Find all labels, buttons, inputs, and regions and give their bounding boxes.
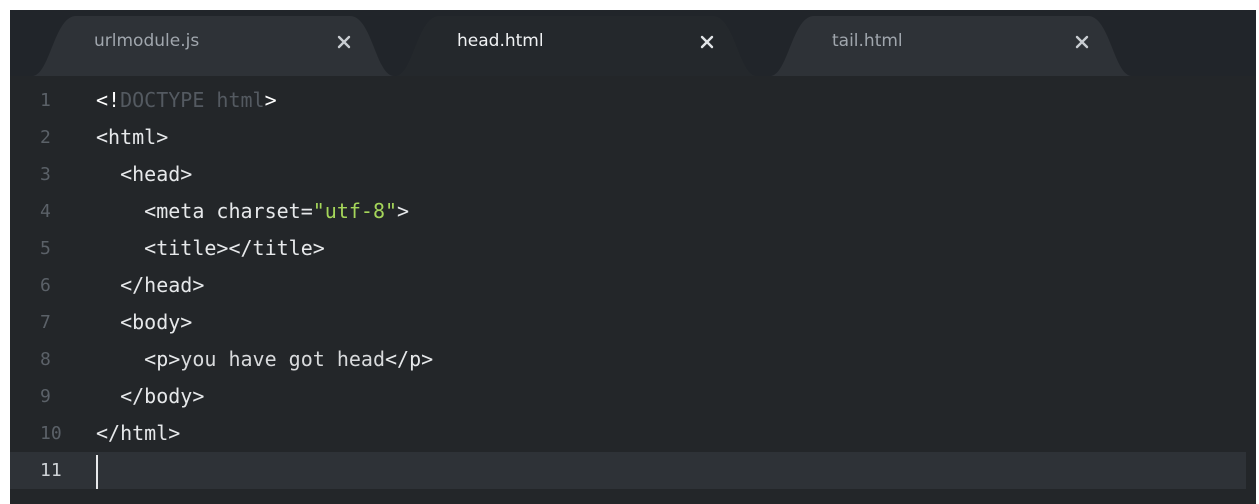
line-number: 10 (40, 423, 62, 444)
code-token: <title></title> (96, 236, 325, 260)
editor-window: urlmodule.js tail.html head.html 1 2 3 4… (0, 0, 1259, 504)
line-number: 9 (40, 386, 51, 407)
code-line[interactable]: <head> (96, 156, 192, 193)
line-number: 4 (40, 201, 51, 222)
line-number: 11 (10, 452, 90, 489)
code-token: "utf-8" (312, 199, 398, 223)
close-icon[interactable] (1072, 32, 1092, 52)
code-token: <body> (96, 310, 193, 334)
line-number: 3 (40, 164, 51, 185)
close-icon[interactable] (697, 32, 717, 52)
tab-urlmodule-js[interactable]: urlmodule.js (32, 16, 394, 76)
code-token: you have got head (180, 347, 385, 371)
line-number: 7 (40, 312, 51, 333)
code-token: <html> (96, 125, 169, 149)
code-line[interactable]: </head> (96, 267, 204, 304)
code-token: </p> (385, 347, 434, 371)
code-area[interactable]: <!DOCTYPE html> <html> <head> <meta chars… (90, 76, 1246, 504)
code-token: <p> (96, 347, 181, 371)
code-line[interactable] (90, 452, 1246, 489)
code-line[interactable]: <body> (96, 304, 192, 341)
line-number: 8 (40, 349, 51, 370)
tab-label: urlmodule.js (94, 31, 200, 51)
line-number: 1 (40, 90, 51, 111)
code-line[interactable]: <p>you have got head</p> (96, 341, 433, 378)
code-line[interactable]: </html> (96, 415, 180, 452)
code-line[interactable]: <meta charset="utf-8"> (96, 193, 409, 230)
tab-label: head.html (457, 31, 544, 51)
tab-head-html[interactable]: head.html (395, 16, 757, 76)
tab-tail-html[interactable]: tail.html (770, 16, 1132, 76)
code-line[interactable]: </body> (96, 378, 204, 415)
line-number: 2 (40, 127, 51, 148)
code-token: </head> (96, 273, 205, 297)
code-token: > (397, 199, 410, 223)
line-number: 5 (40, 238, 51, 259)
code-line[interactable]: <html> (96, 119, 168, 156)
code-token: > (264, 88, 277, 112)
tab-bar: urlmodule.js tail.html head.html (10, 10, 1256, 76)
line-number: 6 (40, 275, 51, 296)
code-token: DOCTYPE html (120, 88, 265, 112)
code-editor[interactable]: 1 2 3 4 5 6 7 8 9 10 11 <!DOCTYPE html> <html> <hea… (10, 76, 1256, 504)
code-line[interactable]: <title></title> (96, 230, 325, 267)
text-caret (96, 455, 98, 489)
code-token: <meta charset= (96, 199, 313, 223)
code-token: </body> (96, 384, 205, 408)
code-token: <! (96, 88, 121, 112)
line-number-gutter: 1 2 3 4 5 6 7 8 9 10 11 (10, 76, 90, 504)
code-token: <head> (96, 162, 193, 186)
tab-label: tail.html (832, 31, 903, 51)
code-line[interactable]: <!DOCTYPE html> (96, 82, 277, 119)
close-icon[interactable] (334, 32, 354, 52)
code-token: </html> (96, 421, 181, 445)
